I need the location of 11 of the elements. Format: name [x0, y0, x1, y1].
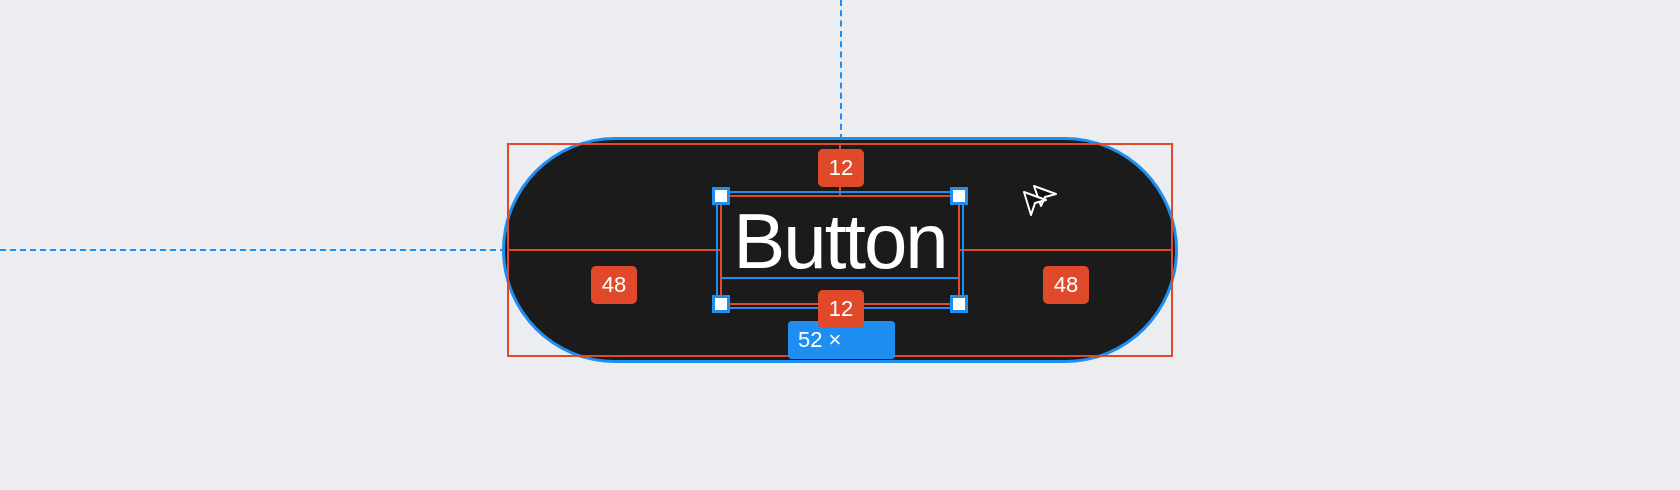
resize-handle[interactable] — [712, 187, 730, 205]
spacing-badge: 12 — [818, 149, 864, 187]
resize-handle[interactable] — [950, 187, 968, 205]
resize-handle[interactable] — [950, 295, 968, 313]
resize-handle[interactable] — [712, 295, 730, 313]
spacing-badge: 12 — [818, 290, 864, 328]
button-shape[interactable]: Button 52 × 12 48 48 12 — [505, 140, 1175, 360]
size-label: 52 × — [788, 321, 895, 359]
button-label: Button — [732, 209, 948, 273]
spacing-badge: 48 — [1043, 266, 1089, 304]
spacing-badge: 48 — [591, 266, 637, 304]
